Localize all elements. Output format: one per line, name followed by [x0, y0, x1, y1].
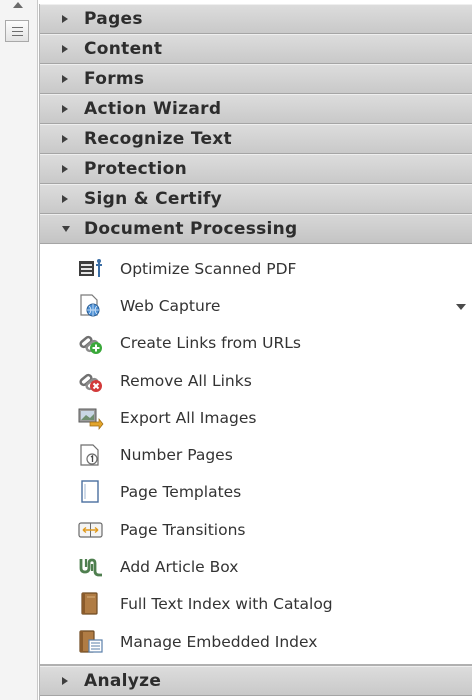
tool-manage-embedded-index[interactable]: Manage Embedded Index	[40, 623, 472, 660]
expand-triangle-icon	[62, 64, 84, 94]
expand-triangle-icon	[62, 34, 84, 64]
tool-label: Create Links from URLs	[120, 334, 301, 353]
tool-label: Manage Embedded Index	[120, 632, 318, 651]
expand-triangle-icon	[62, 154, 84, 184]
tool-export-all-images[interactable]: Export All Images	[40, 399, 472, 436]
chevron-down-icon[interactable]	[456, 304, 466, 311]
number-pages-icon	[78, 443, 104, 467]
tool-label: Full Text Index with Catalog	[120, 595, 333, 614]
expand-triangle-icon	[62, 94, 84, 124]
expand-triangle-icon	[62, 666, 84, 696]
tool-number-pages[interactable]: Number Pages	[40, 436, 472, 473]
tool-label: Remove All Links	[120, 371, 252, 390]
section-analyze[interactable]: Analyze	[40, 666, 472, 697]
full-text-index-icon	[78, 592, 104, 616]
expand-triangle-icon	[62, 4, 84, 34]
tool-page-transitions[interactable]: Page Transitions	[40, 511, 472, 548]
tool-label: Export All Images	[120, 408, 257, 427]
tool-optimize-scanned-pdf[interactable]: Optimize Scanned PDF	[40, 250, 472, 287]
export-images-icon	[78, 406, 104, 430]
page-templates-icon	[78, 480, 104, 504]
tool-remove-all-links[interactable]: Remove All Links	[40, 362, 472, 399]
optimize-scanned-pdf-icon	[78, 257, 104, 281]
tool-web-capture[interactable]: Web Capture	[40, 287, 472, 324]
tool-add-article-box[interactable]: Add Article Box	[40, 548, 472, 585]
section-title: Sign & Certify	[84, 189, 223, 209]
web-capture-icon	[78, 294, 104, 318]
section-action-wizard[interactable]: Action Wizard	[40, 94, 472, 124]
section-title: Document Processing	[84, 219, 298, 239]
tool-create-links-from-urls[interactable]: Create Links from URLs	[40, 325, 472, 362]
section-content[interactable]: Content	[40, 34, 472, 64]
tool-label: Add Article Box	[120, 558, 239, 577]
section-protection[interactable]: Protection	[40, 154, 472, 184]
section-title: Action Wizard	[84, 99, 222, 119]
tool-label: Page Templates	[120, 483, 242, 502]
tool-label: Web Capture	[120, 296, 221, 315]
expand-triangle-icon	[62, 124, 84, 154]
section-sign-certify[interactable]: Sign & Certify	[40, 184, 472, 214]
create-links-icon	[78, 331, 104, 355]
tool-label: Page Transitions	[120, 520, 246, 539]
scroll-up-arrow-icon[interactable]	[13, 2, 23, 8]
section-pages[interactable]: Pages	[40, 4, 472, 34]
tool-page-templates[interactable]: Page Templates	[40, 474, 472, 511]
article-box-icon	[78, 555, 104, 579]
remove-links-icon	[78, 369, 104, 393]
section-title: Protection	[84, 159, 187, 179]
left-rail	[0, 0, 38, 700]
section-title: Analyze	[84, 671, 162, 692]
expand-triangle-icon	[62, 184, 84, 214]
tools-panel: Pages Content Forms Action Wizard Recogn…	[39, 4, 472, 700]
collapse-triangle-icon	[62, 214, 84, 244]
panel-menu-button[interactable]	[5, 20, 29, 42]
section-document-processing[interactable]: Document Processing	[40, 214, 472, 244]
tool-full-text-index[interactable]: Full Text Index with Catalog	[40, 586, 472, 623]
section-title: Forms	[84, 69, 145, 89]
page-transitions-icon	[78, 518, 104, 542]
embedded-index-icon	[78, 630, 104, 654]
section-title: Recognize Text	[84, 129, 232, 149]
tool-label: Number Pages	[120, 446, 233, 465]
document-processing-tools: Optimize Scanned PDF Web Capture Create …	[40, 244, 472, 665]
tool-label: Optimize Scanned PDF	[120, 259, 297, 278]
section-title: Content	[84, 39, 163, 59]
section-recognize-text[interactable]: Recognize Text	[40, 124, 472, 154]
section-title: Pages	[84, 9, 143, 29]
section-forms[interactable]: Forms	[40, 64, 472, 94]
